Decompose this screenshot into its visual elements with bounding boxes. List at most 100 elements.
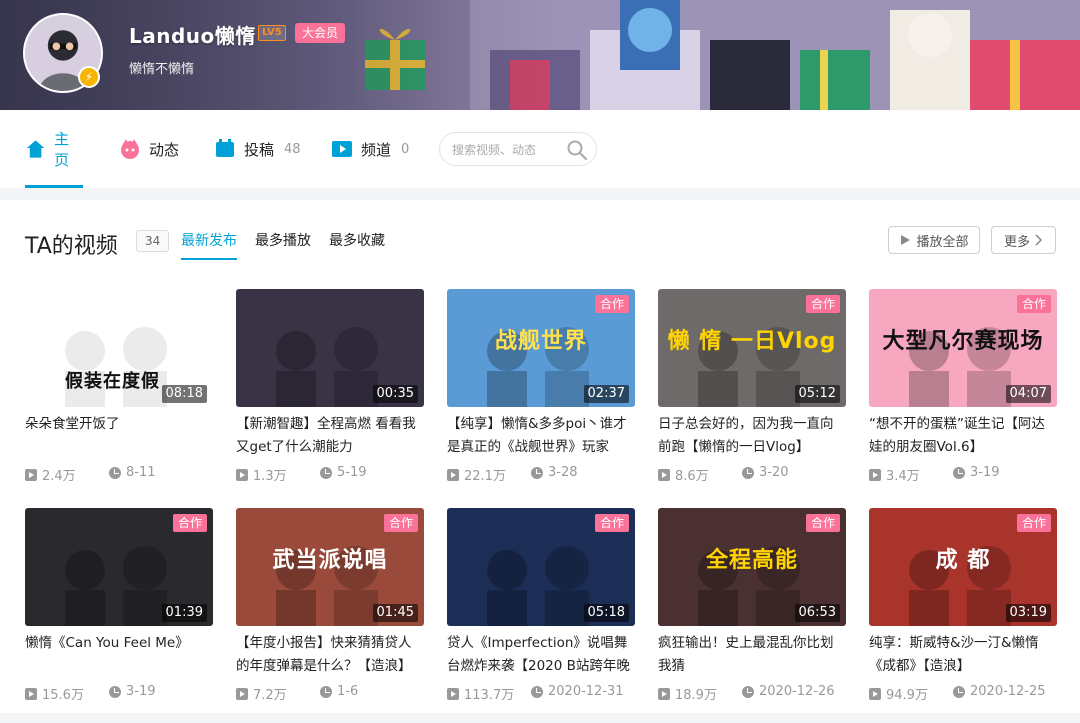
video-thumbnail[interactable]: 大型凡尔赛现场 合作 04:07 [869, 289, 1057, 407]
publish-date: 3-19 [953, 465, 1000, 480]
video-title[interactable]: “想不开的蛋糕”诞生记【阿达娃的朋友圈Vol.6】 [869, 413, 1057, 459]
video-title[interactable]: 朵朵食堂开饭了 [25, 413, 213, 459]
video-meta: 94.9万 2020-12-25 [869, 684, 1057, 703]
cooperation-badge: 合作 [1016, 295, 1051, 313]
video-thumbnail[interactable]: 00:35 [236, 289, 424, 407]
play-count-value: 94.9万 [886, 688, 928, 703]
video-section: TA的视频 34 最新发布 最多播放 最多收藏 播放全部 更多 假装在度假 08… [0, 200, 1080, 713]
play-count: 8.6万 [658, 465, 709, 484]
tab-upload-label: 投稿 [244, 140, 275, 159]
clock-icon [109, 466, 121, 479]
publish-date: 1-6 [320, 684, 358, 699]
thumbnail-caption: 全程高能 [705, 548, 798, 573]
video-meta: 3.4万 3-19 [869, 465, 1057, 484]
video-card[interactable]: 大型凡尔赛现场 合作 04:07 “想不开的蛋糕”诞生记【阿达娃的朋友圈Vol.… [869, 289, 1057, 504]
tab-dynamic-label: 动态 [149, 140, 180, 159]
publish-date-value: 3-20 [759, 465, 789, 480]
video-card[interactable]: 武当派说唱 合作 01:45 【年度小报告】快来猜猜贷人的年度弹幕是什么？【造浪… [236, 508, 424, 723]
thumbnail-caption: 懒 惰 一日Vlog [667, 329, 837, 354]
cooperation-badge: 合作 [805, 295, 840, 313]
video-thumbnail[interactable]: 假装在度假 08:18 [25, 289, 213, 407]
play-count-value: 2.4万 [42, 469, 76, 484]
cooperation-badge: 合作 [805, 514, 840, 532]
publish-date: 3-28 [531, 465, 578, 480]
video-thumbnail[interactable]: 战舰世界 合作 02:37 [447, 289, 635, 407]
tab-channel-count: 0 [401, 141, 410, 157]
video-duration: 02:37 [583, 385, 629, 403]
video-meta: 8.6万 3-20 [658, 465, 846, 484]
video-thumbnail[interactable]: 全程高能 合作 06:53 [658, 508, 846, 626]
play-count-value: 113.7万 [464, 688, 515, 703]
play-count: 2.4万 [25, 465, 76, 484]
profile-name: Landuo懒惰 [129, 24, 256, 48]
publish-date: 5-19 [320, 465, 367, 480]
video-card[interactable]: 合作 05:18 贷人《Imperfection》说唱舞台燃炸来袭【2020 B… [447, 508, 635, 723]
video-meta: 2.4万 8-11 [25, 465, 213, 484]
vip-badge[interactable]: 大会员 [295, 23, 346, 43]
video-title[interactable]: 贷人《Imperfection》说唱舞台燃炸来袭【2020 B站跨年晚 [447, 632, 635, 678]
clock-icon [742, 685, 754, 698]
channel-icon [332, 141, 352, 157]
sort-latest[interactable]: 最新发布 [181, 230, 237, 260]
play-count-icon [25, 468, 37, 481]
tab-channel[interactable]: 频道 0 [331, 110, 409, 188]
tab-dynamic[interactable]: 动态 [119, 110, 179, 188]
play-count-icon [447, 468, 459, 481]
video-thumbnail[interactable]: 懒 惰 一日Vlog 合作 05:12 [658, 289, 846, 407]
video-thumbnail[interactable]: 合作 05:18 [447, 508, 635, 626]
publish-date-value: 1-6 [337, 684, 359, 699]
play-count-icon [658, 687, 670, 700]
video-meta: 18.9万 2020-12-26 [658, 684, 846, 703]
video-card[interactable]: 战舰世界 合作 02:37 【纯享】懒惰&多多poi丶谁才是真正的《战舰世界》玩… [447, 289, 635, 504]
home-icon [26, 140, 45, 158]
video-card[interactable]: 假装在度假 08:18 朵朵食堂开饭了 2.4万 8-11 [25, 289, 213, 504]
video-duration: 00:35 [372, 385, 418, 403]
video-title[interactable]: 纯享：斯威特&沙一汀&懒惰《成都》【造浪】 [869, 632, 1057, 678]
video-title[interactable]: 日子总会好的，因为我一直向前跑【懒惰的一日Vlog】 [658, 413, 846, 459]
clock-icon [953, 685, 965, 698]
video-title[interactable]: 懒惰《Can You Feel Me》 [25, 632, 213, 678]
publish-date-value: 5-19 [337, 465, 367, 480]
video-card[interactable]: 懒 惰 一日Vlog 合作 05:12 日子总会好的，因为我一直向前跑【懒惰的一… [658, 289, 846, 504]
banner-illustration [470, 0, 1080, 110]
video-title[interactable]: 【纯享】懒惰&多多poi丶谁才是真正的《战舰世界》玩家 [447, 413, 635, 459]
video-title[interactable]: 疯狂输出！史上最混乱你比划我猜 [658, 632, 846, 678]
chevron-right-icon [1035, 234, 1043, 246]
video-card[interactable]: 全程高能 合作 06:53 疯狂输出！史上最混乱你比划我猜 18.9万 2020… [658, 508, 846, 723]
play-count-icon [25, 687, 37, 700]
sort-most-favorited[interactable]: 最多收藏 [329, 230, 385, 250]
tab-upload[interactable]: 投稿 48 [214, 110, 301, 188]
video-thumbnail[interactable]: 成 都 合作 03:19 [869, 508, 1057, 626]
profile-nav: 主页 动态 投稿 48 频道 0 [0, 110, 1080, 188]
more-button[interactable]: 更多 [991, 226, 1056, 254]
video-thumbnail[interactable]: 合作 01:39 [25, 508, 213, 626]
video-card[interactable]: 合作 01:39 懒惰《Can You Feel Me》 15.6万 3-19 [25, 508, 213, 723]
video-card[interactable]: 00:35 【新潮智趣】全程高燃 看看我又get了什么潮能力 1.3万 5-19 [236, 289, 424, 504]
search-icon[interactable] [566, 139, 588, 161]
play-all-button[interactable]: 播放全部 [888, 226, 980, 254]
video-title[interactable]: 【年度小报告】快来猜猜贷人的年度弹幕是什么？【造浪】 [236, 632, 424, 678]
video-duration: 01:39 [161, 604, 207, 622]
video-card[interactable]: 成 都 合作 03:19 纯享：斯威特&沙一汀&懒惰《成都》【造浪】 94.9万… [869, 508, 1057, 723]
video-duration: 06:53 [794, 604, 840, 622]
dynamic-icon [121, 139, 139, 159]
tab-home-label: 主页 [54, 130, 70, 169]
play-count-icon [236, 687, 248, 700]
video-title[interactable]: 【新潮智趣】全程高燃 看看我又get了什么潮能力 [236, 413, 424, 459]
sort-most-played[interactable]: 最多播放 [255, 230, 311, 250]
search-input[interactable] [452, 140, 570, 160]
video-meta: 7.2万 1-6 [236, 684, 424, 703]
play-count-icon [236, 468, 248, 481]
play-count-value: 7.2万 [253, 688, 287, 703]
video-thumbnail[interactable]: 武当派说唱 合作 01:45 [236, 508, 424, 626]
tab-home[interactable]: 主页 [25, 110, 83, 188]
play-count-icon [658, 468, 670, 481]
play-count-value: 8.6万 [675, 469, 709, 484]
publish-date-value: 2020-12-31 [548, 684, 624, 699]
publish-date-value: 2020-12-25 [970, 684, 1046, 699]
play-count: 113.7万 [447, 684, 514, 703]
video-duration: 01:45 [372, 604, 418, 622]
publish-date-value: 3-19 [970, 465, 1000, 480]
video-meta: 1.3万 5-19 [236, 465, 424, 484]
publish-date: 2020-12-25 [953, 684, 1046, 699]
